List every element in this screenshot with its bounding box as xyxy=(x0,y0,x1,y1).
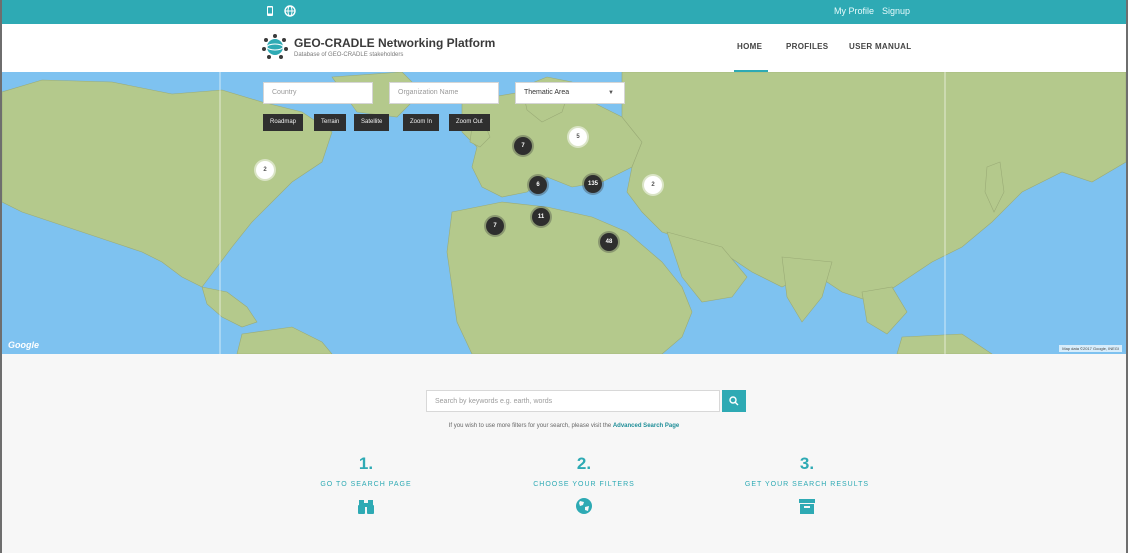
signup-link[interactable]: Signup xyxy=(882,6,910,16)
nav-home[interactable]: HOME xyxy=(737,42,762,51)
map-cluster-marker[interactable]: 6 xyxy=(529,176,547,194)
step-2: 2. CHOOSE YOUR FILTERS xyxy=(484,454,684,520)
organization-name-input[interactable]: Organization Name xyxy=(389,82,499,104)
search-section: Search by keywords e.g. earth, words If … xyxy=(2,354,1126,553)
map-cluster-marker[interactable]: 2 xyxy=(256,161,274,179)
thematic-area-select[interactable]: Thematic Area ▼ xyxy=(515,82,625,104)
advanced-search-link[interactable]: Advanced Search Page xyxy=(613,423,679,429)
mobile-icon[interactable] xyxy=(264,5,276,17)
site-header: GEO-CRADLE Networking Platform Database … xyxy=(2,24,1126,72)
roadmap-button[interactable]: Roadmap xyxy=(263,114,304,131)
step-label-search-page[interactable]: GO TO SEARCH PAGE xyxy=(266,481,466,488)
page-frame: My Profile Signup GEO-CRADLE Networking … xyxy=(0,0,1128,553)
keyword-search-input[interactable]: Search by keywords e.g. earth, words xyxy=(426,390,720,412)
nav-profiles[interactable]: PROFILES xyxy=(786,42,828,51)
brand-subtitle: Database of GEO-CRADLE stakeholders xyxy=(294,52,404,58)
advanced-search-hint: If you wish to use more filters for your… xyxy=(2,423,1126,429)
map-attribution[interactable]: Map data ©2017 Google, INEGI xyxy=(1059,345,1122,352)
map-cluster-marker[interactable]: 135 xyxy=(584,175,602,193)
step-number: 2. xyxy=(576,454,592,473)
search-button[interactable] xyxy=(722,390,746,412)
brand-title[interactable]: GEO-CRADLE Networking Platform xyxy=(294,36,495,50)
globe-icon[interactable] xyxy=(575,497,593,515)
step-number: 1. xyxy=(358,454,374,473)
search-icon xyxy=(729,396,739,406)
map-cluster-marker[interactable]: 48 xyxy=(600,233,618,251)
map-cluster-marker[interactable]: 7 xyxy=(514,137,532,155)
google-logo: Google xyxy=(8,340,39,350)
top-bar: My Profile Signup xyxy=(2,0,1126,24)
step-label-results[interactable]: GET YOUR SEARCH RESULTS xyxy=(707,481,907,488)
zoom-out-button[interactable]: Zoom Out xyxy=(449,114,490,131)
terrain-button[interactable]: Terrain xyxy=(314,114,347,131)
map-cluster-marker[interactable]: 2 xyxy=(644,176,662,194)
world-map-graphic xyxy=(2,72,1126,354)
hint-text: If you wish to use more filters for your… xyxy=(448,423,612,429)
country-input[interactable]: Country xyxy=(263,82,373,104)
globe-icon[interactable] xyxy=(284,5,296,17)
archive-box-icon[interactable] xyxy=(798,497,816,515)
map-cluster-marker[interactable]: 5 xyxy=(569,128,587,146)
step-label-filters[interactable]: CHOOSE YOUR FILTERS xyxy=(484,481,684,488)
stakeholder-map[interactable]: Country Organization Name Thematic Area … xyxy=(2,72,1126,354)
map-cluster-marker[interactable]: 7 xyxy=(486,217,504,235)
chevron-down-icon: ▼ xyxy=(608,90,614,96)
step-3: 3. GET YOUR SEARCH RESULTS xyxy=(707,454,907,520)
map-cluster-marker[interactable]: 11 xyxy=(532,208,550,226)
binoculars-icon[interactable] xyxy=(357,497,375,515)
nav-user-manual[interactable]: USER MANUAL xyxy=(849,42,911,51)
thematic-area-value: Thematic Area xyxy=(524,89,570,96)
satellite-button[interactable]: Satellite xyxy=(354,114,390,131)
step-number: 3. xyxy=(799,454,815,473)
zoom-in-button[interactable]: Zoom In xyxy=(403,114,440,131)
step-1: 1. GO TO SEARCH PAGE xyxy=(266,454,466,520)
geo-cradle-logo[interactable] xyxy=(262,33,288,61)
my-profile-link[interactable]: My Profile xyxy=(834,6,874,16)
